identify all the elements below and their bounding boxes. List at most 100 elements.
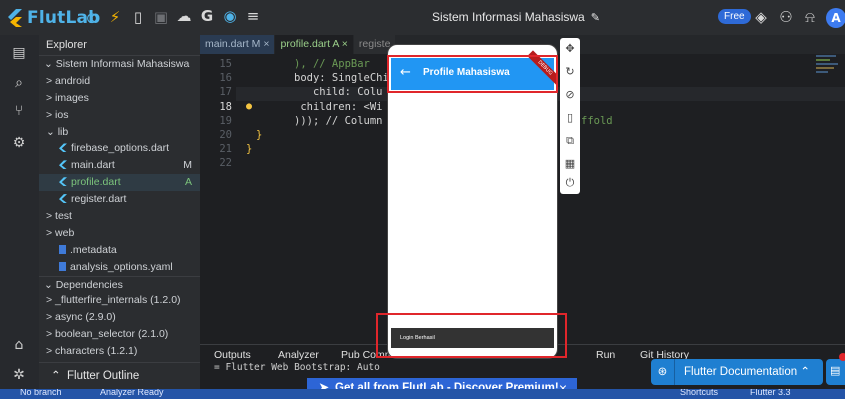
project-title[interactable]: Sistem Informasi Mahasiswa ✎ — [432, 10, 600, 24]
tree-item-label: > test — [46, 210, 72, 223]
tree-item[interactable]: main.dart M — [39, 157, 200, 174]
power-icon[interactable]: ⏻ — [563, 176, 577, 190]
hot-reload-icon[interactable]: ⚡ — [104, 8, 126, 26]
tree-item-label: .metadata — [70, 243, 117, 256]
device-icon[interactable]: ▯ — [127, 8, 149, 26]
open-external-icon[interactable]: ⧉ — [563, 134, 577, 148]
flutter-docs-button[interactable]: ⊛ Flutter Documentation ⌃ — [651, 359, 823, 385]
minimap[interactable] — [816, 55, 842, 85]
tree-item-label: > android — [46, 74, 91, 87]
tree-item[interactable]: > test — [39, 208, 200, 225]
tree-item-label: > images — [46, 91, 89, 104]
plan-badge[interactable]: Free — [718, 9, 751, 24]
tree-item[interactable]: firebase_options.dart — [39, 140, 200, 157]
tree-item-label: main.dart — [71, 159, 115, 172]
flutter-outline-toggle[interactable]: ⌃ Flutter Outline — [39, 362, 200, 389]
dependencies-header[interactable]: ⌄ Dependencies — [39, 275, 200, 293]
tab-analyzer[interactable]: Analyzer — [278, 349, 319, 361]
code-line: ))); // Column — [294, 114, 383, 127]
dependency-item[interactable]: > async (2.9.0) — [39, 309, 200, 326]
tree-item[interactable]: > web — [39, 225, 200, 242]
files-icon[interactable]: ▤ — [8, 45, 30, 65]
settings-icon[interactable]: ⚙ — [8, 135, 30, 155]
tree-item[interactable]: .metadata — [39, 242, 200, 259]
file-icon — [59, 261, 66, 271]
tree-item-label: analysis_options.yaml — [70, 260, 173, 273]
tab-run[interactable]: Run — [596, 349, 615, 361]
file-tree: > android > images > ios ⌄ lib firebase_opti… — [39, 73, 200, 276]
source-control-icon[interactable]: ⑂ — [8, 103, 30, 123]
shortcuts-link[interactable]: Shortcuts — [680, 389, 718, 397]
flutter-version[interactable]: Flutter 3.3 — [750, 389, 791, 397]
menu-icon[interactable]: ≡ — [242, 7, 264, 25]
cloud-icon[interactable]: ☁ — [173, 7, 195, 25]
device-toolbar: ✥ ↻ ⊘ ▯ ⧉ ▦ ⏻ — [560, 38, 580, 194]
add-user-icon[interactable]: ⚇ — [775, 8, 797, 26]
code-line: children: <Wi — [294, 100, 383, 113]
dependency-item[interactable]: > _flutterfire_internals (1.2.0) — [39, 292, 200, 309]
line-number: 19 — [219, 114, 232, 127]
save-icon[interactable]: ▣ — [150, 8, 172, 26]
rotate-icon[interactable]: ↻ — [563, 65, 577, 79]
line-number: 17 — [219, 86, 232, 99]
google-icon[interactable]: G — [196, 7, 218, 25]
tree-item-label: ⌄ lib — [46, 125, 69, 138]
activity-bar: ▤ ⌕ ⑂ ⚙ ⌂ ✲ — [0, 35, 39, 389]
status-bar: No branch Analyzer Ready Shortcuts Flutt… — [0, 389, 845, 399]
dependency-item[interactable]: > characters (1.2.1) — [39, 343, 200, 360]
firebase-icon[interactable]: ◉ — [219, 7, 241, 25]
ai-assistant-icon[interactable]: ⊛ — [651, 359, 675, 385]
tree-item-label: firebase_options.dart — [71, 142, 170, 155]
branch-status[interactable]: No branch — [20, 389, 62, 397]
tree-root-label: Sistem Informasi Mahasiswa — [55, 58, 190, 70]
flutter-file-icon — [59, 160, 67, 170]
edit-pencil-icon[interactable]: ✎ — [591, 12, 600, 24]
search-icon[interactable]: ⌕ — [8, 75, 30, 95]
tree-item-label: > web — [46, 226, 75, 239]
explorer-panel: Explorer ⌄ Sistem Informasi Mahasiswa > … — [39, 35, 200, 389]
git-status-badge: M — [183, 159, 192, 172]
phone-frame-icon[interactable]: ▯ — [563, 111, 577, 125]
layers-icon[interactable]: ◈ — [750, 8, 772, 26]
run-icon[interactable]: ⊙ — [81, 9, 103, 27]
qr-code-icon[interactable]: ▦ — [563, 157, 577, 171]
flutter-file-icon — [59, 143, 67, 153]
flutlab-ide: FlutLab ⊙ ⚡ ▯ ▣ ☁ G ◉ ≡ Sistem Informasi… — [0, 0, 845, 399]
move-icon[interactable]: ✥ — [563, 42, 577, 56]
tree-item[interactable]: > ios — [39, 107, 200, 124]
tab-outputs[interactable]: Outputs — [214, 349, 251, 361]
tree-root[interactable]: ⌄ Sistem Informasi Mahasiswa — [39, 56, 200, 73]
chat-button[interactable]: ▤ — [826, 353, 845, 385]
flutter-file-icon — [59, 194, 67, 204]
lightbulb-icon[interactable]: ● — [246, 101, 252, 112]
code-line: ), // AppBar — [294, 58, 370, 70]
line-number: 15 — [219, 58, 232, 70]
line-number: 16 — [219, 72, 232, 85]
assistant-icon[interactable]: ⌂ — [8, 337, 30, 357]
git-status-badge: A — [184, 176, 192, 189]
top-bar: FlutLab ⊙ ⚡ ▯ ▣ ☁ G ◉ ≡ Sistem Informasi… — [0, 0, 845, 35]
bell-icon[interactable]: ⍾ — [799, 8, 821, 26]
dependency-item[interactable]: > boolean_selector (2.1.0) — [39, 326, 200, 343]
code-line: } — [246, 143, 253, 156]
line-number: 20 — [219, 129, 232, 141]
project-title-text: Sistem Informasi Mahasiswa — [432, 10, 585, 24]
editor-tab[interactable]: profile.dart A × — [275, 35, 353, 54]
tree-item[interactable]: ⌄ lib — [39, 124, 200, 141]
tree-item[interactable]: register.dart — [39, 191, 200, 208]
gear-icon[interactable]: ✲ — [8, 367, 30, 387]
chat-icon: ▤ — [830, 364, 841, 377]
tree-item[interactable]: analysis_options.yaml — [39, 259, 200, 276]
tree-item[interactable]: profile.dart A — [39, 174, 200, 192]
file-icon — [59, 244, 66, 254]
line-number: 22 — [219, 157, 232, 170]
code-line: child: Colu — [294, 86, 383, 99]
disable-icon[interactable]: ⊘ — [563, 88, 577, 102]
notification-dot-icon — [839, 353, 845, 361]
tree-item[interactable]: > images — [39, 90, 200, 107]
avatar[interactable]: A — [826, 8, 845, 28]
editor-tab[interactable]: main.dart M × — [200, 35, 275, 54]
tree-item[interactable]: > android — [39, 73, 200, 90]
terminal-output: = Flutter Web Bootstrap: Auto — [214, 362, 380, 373]
code-line: } — [256, 129, 263, 141]
